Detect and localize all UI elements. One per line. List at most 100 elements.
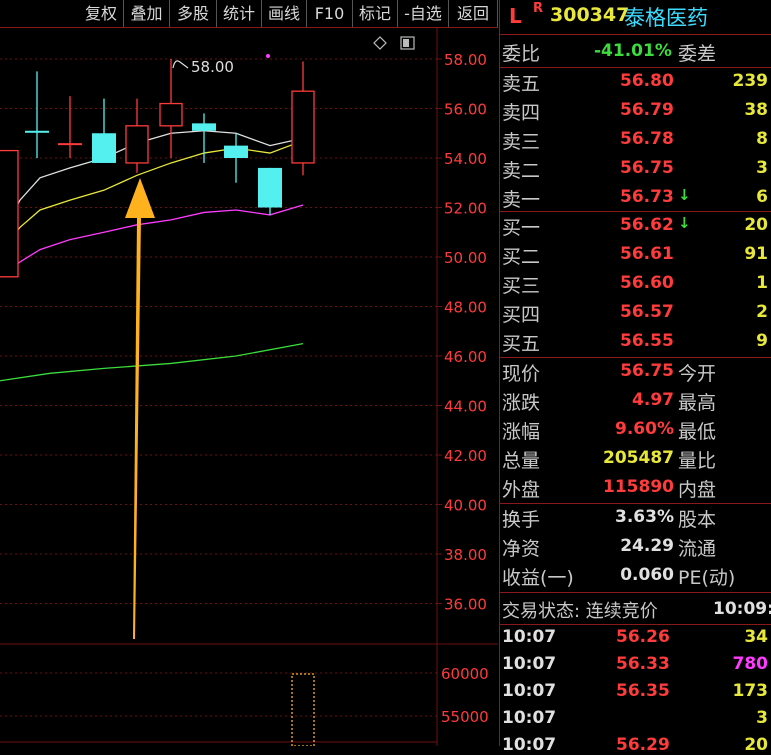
candle-body: [25, 130, 49, 133]
buy-order-qty: 1: [756, 273, 768, 293]
ma10-line: [0, 140, 304, 253]
quote-label: 外盘: [502, 479, 541, 501]
quote-value: 9.60%: [615, 419, 674, 439]
price-axis-label: 50.00: [444, 249, 487, 267]
tick-price: 56.35: [616, 681, 670, 701]
stat-value: 24.29: [620, 536, 674, 556]
quote-label: 涨跌: [502, 392, 541, 414]
sell-order-price: 56.80: [620, 71, 674, 91]
volume-axis-label: 60000: [441, 665, 489, 683]
quote-value: 56.75: [620, 361, 674, 381]
candle[interactable]: [58, 96, 82, 158]
candle-body: [0, 149, 19, 278]
toolbar-button-3[interactable]: 多股: [170, 0, 217, 28]
buy-order-price: 56.62: [620, 215, 674, 235]
kline-chart[interactable]: 58.00 56.00 54.00 52.00 50.00 48.00 46.00 44.00…: [0, 28, 498, 746]
tick-volume: 34: [744, 627, 768, 647]
quote-value: 205487: [603, 448, 674, 468]
sell-order-price: 56.79: [620, 100, 674, 120]
market-superscript: R: [533, 1, 544, 16]
volume-axis-label: 55000: [441, 708, 489, 726]
volume-bar[interactable]: [291, 673, 315, 746]
quote-label: 涨幅: [502, 421, 541, 443]
buy-order-qty: 20: [744, 215, 768, 235]
candle-body: [224, 145, 248, 158]
toolbar-button-6[interactable]: F10: [307, 0, 353, 28]
tick-time: 10:07: [502, 627, 557, 647]
stat-label2: PE(动): [678, 567, 736, 589]
sell-order-qty: 6: [756, 187, 768, 207]
price-axis-label: 54.00: [444, 150, 487, 168]
candle-body: [258, 167, 282, 208]
trend-down-icon: ↓: [678, 214, 691, 232]
price-axis-label: 48.00: [444, 299, 487, 317]
buy-order-label: 买三: [502, 275, 541, 297]
quote-value: 4.97: [632, 390, 674, 410]
tick-time: 10:07: [502, 681, 557, 701]
tick-volume: 20: [744, 735, 768, 755]
buy-order-price: 56.61: [620, 244, 674, 264]
buy-order-label: 买二: [502, 246, 541, 268]
sell-order-qty: 239: [732, 71, 769, 91]
price-axis-label: 36.00: [444, 596, 487, 614]
diamond-icon[interactable]: [373, 36, 387, 50]
candle[interactable]: [125, 98, 149, 173]
stat-label2: 流通: [678, 538, 717, 560]
sell-order-price: 56.75: [620, 158, 674, 178]
toolbar-button-8[interactable]: -自选: [398, 0, 449, 28]
price-axis-label: 56.00: [444, 101, 487, 119]
sell-order-label: 卖五: [502, 73, 541, 95]
quote-label2: 最低: [678, 421, 717, 443]
candle-body: [192, 123, 216, 131]
stat-value: 0.060: [620, 565, 674, 585]
candle[interactable]: [224, 133, 248, 183]
high-price-annotation: 58.00: [191, 58, 234, 76]
candle-body: [159, 102, 183, 127]
price-axis-label: 40.00: [444, 497, 487, 515]
tick-price: 56.33: [616, 654, 670, 674]
ma60-line: [0, 342, 304, 382]
price-axis-label: 42.00: [444, 447, 487, 465]
quote-label2: 内盘: [678, 479, 717, 501]
candle[interactable]: [291, 61, 315, 176]
stat-label: 换手: [502, 509, 541, 531]
stat-label: 收益(一): [502, 567, 574, 589]
candle-body: [92, 133, 116, 163]
price-axis-label: 52.00: [444, 200, 487, 218]
sell-order-label: 卖二: [502, 160, 541, 182]
quote-label: 总量: [502, 450, 541, 472]
order-diff-label: 委差: [678, 43, 717, 65]
tick-time: 10:07: [502, 735, 557, 755]
kline-canvas[interactable]: 58.00 56.00 54.00 52.00 50.00 48.00 46.00 44.00…: [0, 28, 498, 746]
annotation-leader: [172, 60, 189, 69]
buy-order-price: 56.60: [620, 273, 674, 293]
candle-body: [291, 90, 315, 164]
toolbar-button-1[interactable]: 复权: [79, 0, 124, 28]
price-axis-label: 46.00: [444, 348, 487, 366]
tick-volume: 3: [756, 708, 768, 728]
sell-order-label: 卖四: [502, 102, 541, 124]
sell-order-label: 卖三: [502, 131, 541, 153]
quote-panel: L R 300347 泰格医药 委比 -41.01% 委差 交易状态: 连续竞价…: [499, 0, 771, 755]
buy-order-label: 买五: [502, 333, 541, 355]
toolbar-button-2[interactable]: 叠加: [124, 0, 170, 28]
sell-order-qty: 8: [756, 129, 768, 149]
toolbar-button-4[interactable]: 统计: [217, 0, 262, 28]
window-icon-fill: [403, 39, 409, 47]
buy-order-qty: 91: [744, 244, 768, 264]
toolbar: 复权 叠加 多股 统计 画线 F10 标记 -自选 返回: [0, 0, 498, 28]
price-axis-label: 38.00: [444, 546, 487, 564]
toolbar-button-5[interactable]: 画线: [262, 0, 307, 28]
candle[interactable]: [159, 59, 183, 158]
sell-order-price: 56.73: [620, 187, 674, 207]
tick-price: 56.29: [616, 735, 670, 755]
quote-label2: 量比: [678, 450, 717, 472]
buy-order-qty: 9: [756, 331, 768, 351]
candle[interactable]: [25, 71, 49, 158]
toolbar-button-9[interactable]: 返回: [449, 0, 498, 28]
quote-label: 现价: [502, 363, 541, 385]
toolbar-button-7[interactable]: 标记: [353, 0, 398, 28]
stock-name[interactable]: 泰格医药: [624, 2, 708, 32]
candle[interactable]: [0, 149, 19, 278]
sell-order-label: 卖一: [502, 189, 541, 211]
